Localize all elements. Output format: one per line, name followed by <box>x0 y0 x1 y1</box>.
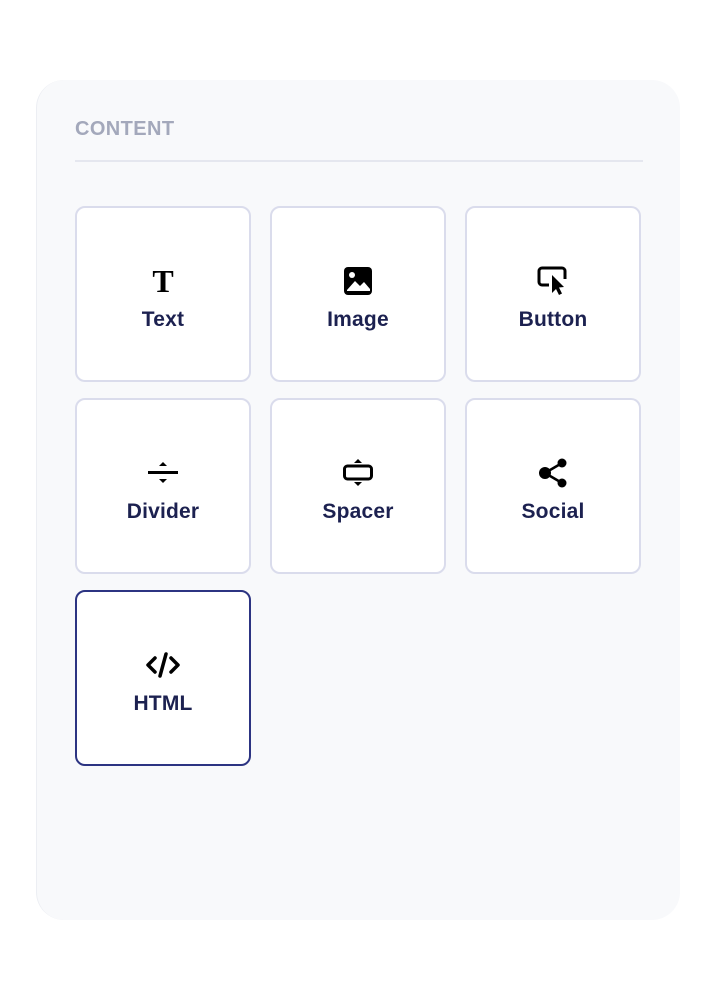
block-label: Button <box>518 308 588 331</box>
block-button[interactable]: Button <box>465 206 641 382</box>
content-panel: CONTENT T Text Image Button Divider Spac… <box>36 80 680 920</box>
block-label: Divider <box>126 500 200 523</box>
block-social[interactable]: Social <box>465 398 641 574</box>
content-blocks-grid: T Text Image Button Divider Spacer Socia… <box>75 206 641 766</box>
text-icon: T <box>146 264 180 298</box>
block-label: Image <box>327 308 389 331</box>
social-icon <box>536 456 570 490</box>
block-label: Spacer <box>322 500 394 523</box>
image-icon <box>341 264 375 298</box>
button-icon <box>536 264 570 298</box>
section-title: CONTENT <box>75 118 175 140</box>
spacer-icon <box>341 456 375 490</box>
block-html[interactable]: HTML <box>75 590 251 766</box>
divider-icon <box>146 456 180 490</box>
block-divider[interactable]: Divider <box>75 398 251 574</box>
svg-text:T: T <box>152 266 173 296</box>
block-text[interactable]: T Text <box>75 206 251 382</box>
block-label: Social <box>521 500 585 523</box>
html-code-icon <box>146 648 180 682</box>
section-divider <box>75 160 643 162</box>
block-label: HTML <box>133 692 193 715</box>
block-spacer[interactable]: Spacer <box>270 398 446 574</box>
block-label: Text <box>141 308 185 331</box>
block-image[interactable]: Image <box>270 206 446 382</box>
